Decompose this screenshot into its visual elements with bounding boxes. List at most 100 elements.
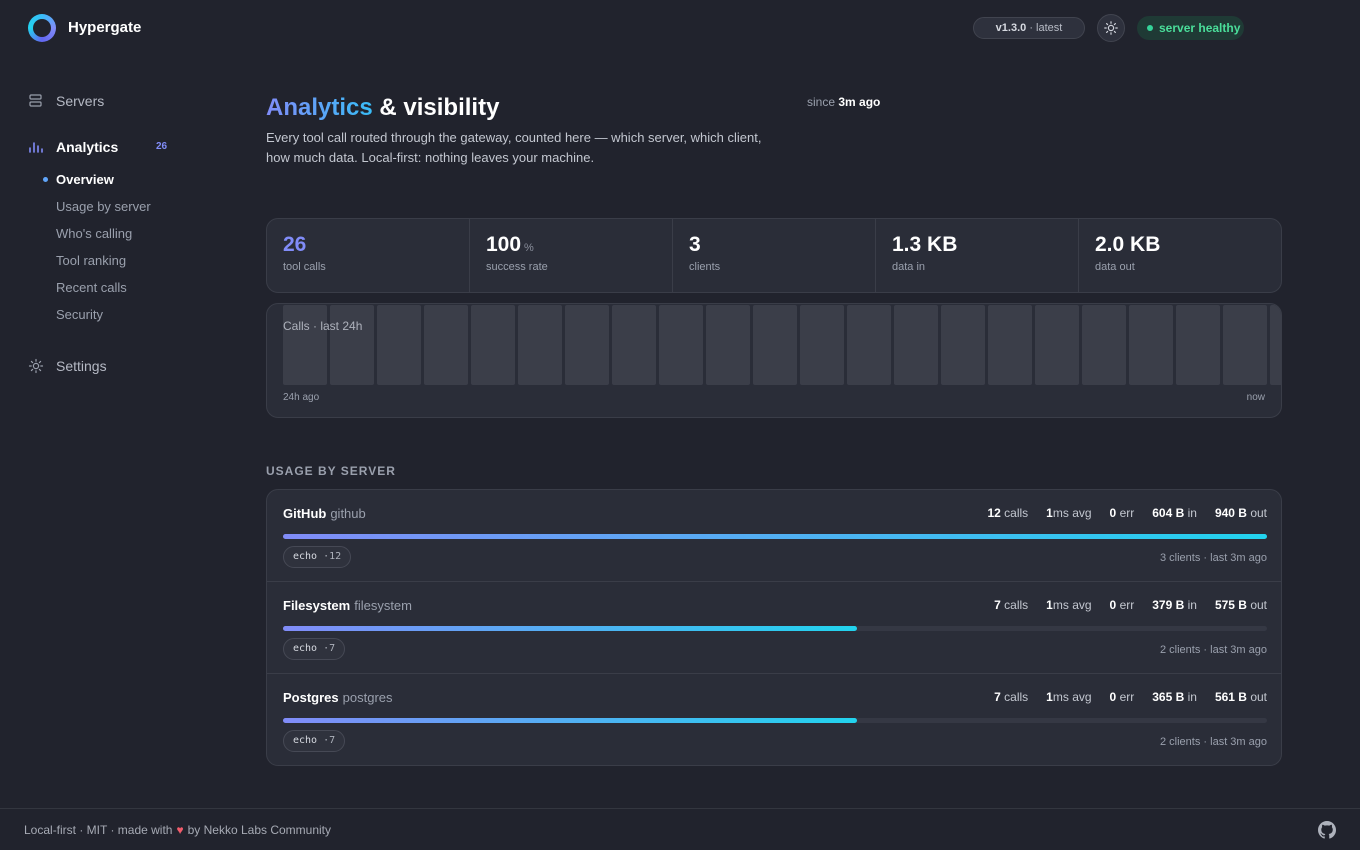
page-description: Every tool call routed through the gatew… [266,130,762,165]
github-icon[interactable] [1318,821,1336,839]
calls-hour-bar[interactable] [1082,305,1126,385]
calls-hour-bar[interactable] [988,305,1032,385]
sidebar-item-label: Settings [56,358,107,374]
calls-hour-bar[interactable] [894,305,938,385]
theme-toggle-button[interactable] [1097,14,1125,42]
server-avg-latency: 1ms avg [1046,690,1092,704]
server-footer-meta: 3 clients · last 3m ago [1160,552,1267,564]
since-indicator: since 3m ago [807,95,880,109]
server-data-in: 379 B in [1152,598,1197,612]
server-display-name: Filesystem [283,598,351,613]
heart-icon: ♥ [176,823,184,837]
footer-text-after[interactable]: by Nekko Labs Community [188,823,331,837]
calls-hour-bar[interactable] [565,305,609,385]
tool-chip[interactable]: echo ·7 [283,730,346,752]
calls-hour-bar[interactable] [612,305,656,385]
sidebar-subitem-tool-ranking[interactable]: Tool ranking [56,253,126,268]
server-usage-row[interactable]: GitHub github 12 calls 1ms avg 0 err 604 … [267,490,1281,582]
footer-text-before: Local-first · MIT · made with [24,823,173,837]
calls-hour-bar[interactable] [1176,305,1220,385]
section-heading-usage-by-server: USAGE BY SERVER [266,464,396,478]
stat-value: 100 [486,233,522,256]
tool-name: echo [293,735,318,746]
since-value: 3m ago [838,95,881,109]
calls-hour-bar[interactable] [424,305,468,385]
stat-label: clients [689,261,721,273]
server-data-out: 561 B out [1214,690,1267,704]
bar-chart-icon [29,142,43,153]
server-usage-list: GitHub github 12 calls 1ms avg 0 err 604 … [266,489,1282,766]
calls-hour-bar[interactable] [330,305,374,385]
server-calls: 7 calls [994,690,1029,704]
calls-hour-bar[interactable] [377,305,421,385]
server-id: postgres [342,690,393,705]
server-footer-meta: 2 clients · last 3m ago [1160,644,1267,656]
server-errors: 0 err [1109,690,1135,704]
server-usage-bar [283,534,1267,539]
tool-chip[interactable]: echo ·12 [283,546,352,568]
sidebar-subitem-overview[interactable]: Overview [56,172,114,187]
calls-hour-bar[interactable] [1035,305,1079,385]
stat-label: data out [1095,261,1135,273]
calls-hour-bar[interactable] [753,305,797,385]
server-errors: 0 err [1109,598,1135,612]
tool-count: ·7 [323,643,336,654]
server-stack-icon [29,94,42,107]
tool-chip[interactable]: echo ·7 [283,638,346,660]
server-avg-latency: 1ms avg [1046,506,1092,520]
sun-icon [1104,21,1118,35]
server-display-name: Postgres [283,690,339,705]
server-data-out: 575 B out [1214,598,1267,612]
top-bar: Hypergate v1.3.0 · latest server healthy [0,0,1360,56]
server-calls: 12 calls [987,506,1029,520]
sidebar-subitem-whos-calling[interactable]: Who's calling [56,226,132,241]
sidebar-subitem-usage-by-server[interactable]: Usage by server [56,199,151,214]
calls-hour-bar[interactable] [847,305,891,385]
stat-value: 1.3 KB [892,233,958,256]
page-title-rest: & visibility [372,94,500,121]
stat-value: 2.0 KB [1095,233,1161,256]
stat-label: data in [892,261,926,273]
sidebar-item-label: Analytics [56,139,119,155]
calls-hour-bar[interactable] [518,305,562,385]
sidebar-item-label: Servers [56,93,105,109]
sidebar-subitem-security[interactable]: Security [56,307,103,322]
server-health-status: server healthy [1137,16,1244,40]
server-name: Filesystem filesystem [283,598,412,613]
tool-count: ·7 [323,735,336,746]
calls-hour-bar[interactable] [1129,305,1173,385]
calls-hour-bar[interactable] [706,305,750,385]
server-usage-row[interactable]: Filesystem filesystem 7 calls 1ms avg 0 e… [267,582,1281,674]
server-usage-track [283,534,1267,539]
version-badge: v1.3.0 · latest [973,17,1085,39]
since-prefix: since [807,95,839,109]
app-name[interactable]: Hypergate [68,19,141,36]
stat-value: 26 [283,233,307,256]
calls-hour-bar[interactable] [1223,305,1267,385]
server-metrics: 12 calls 1ms avg 0 err 604 B in 940 B ou… [987,506,1267,520]
sidebar-subitem-recent-calls[interactable]: Recent calls [56,280,127,295]
calls-hour-bar[interactable] [659,305,703,385]
server-metrics: 7 calls 1ms avg 0 err 379 B in 575 B out [994,598,1267,612]
tool-name: echo [293,551,318,562]
calls-chart-start-label: 24h ago [283,392,320,403]
stat-success-rate: 100% success rate [470,219,673,292]
calls-hour-bar[interactable] [1270,305,1281,385]
gear-icon [28,358,44,374]
server-metrics: 7 calls 1ms avg 0 err 365 B in 561 B out [994,690,1267,704]
hypergate-logo-icon[interactable] [28,14,56,42]
server-id: filesystem [354,598,412,613]
server-name: GitHub github [283,506,366,521]
calls-hour-bar[interactable] [471,305,515,385]
server-id: github [330,506,366,521]
stats-card: 26 tool calls 100% success rate 3 client… [266,218,1282,293]
server-name: Postgres postgres [283,690,393,705]
server-data-out: 940 B out [1214,506,1267,520]
calls-hour-bar[interactable] [800,305,844,385]
server-usage-row[interactable]: Postgres postgres 7 calls 1ms avg 0 err 3… [267,674,1281,765]
calls-hour-bar[interactable] [283,305,327,385]
calls-hour-bar[interactable] [941,305,985,385]
stat-value: 3 [689,233,701,256]
analytics-count-badge: 26 [156,141,168,152]
server-calls: 7 calls [994,598,1029,612]
